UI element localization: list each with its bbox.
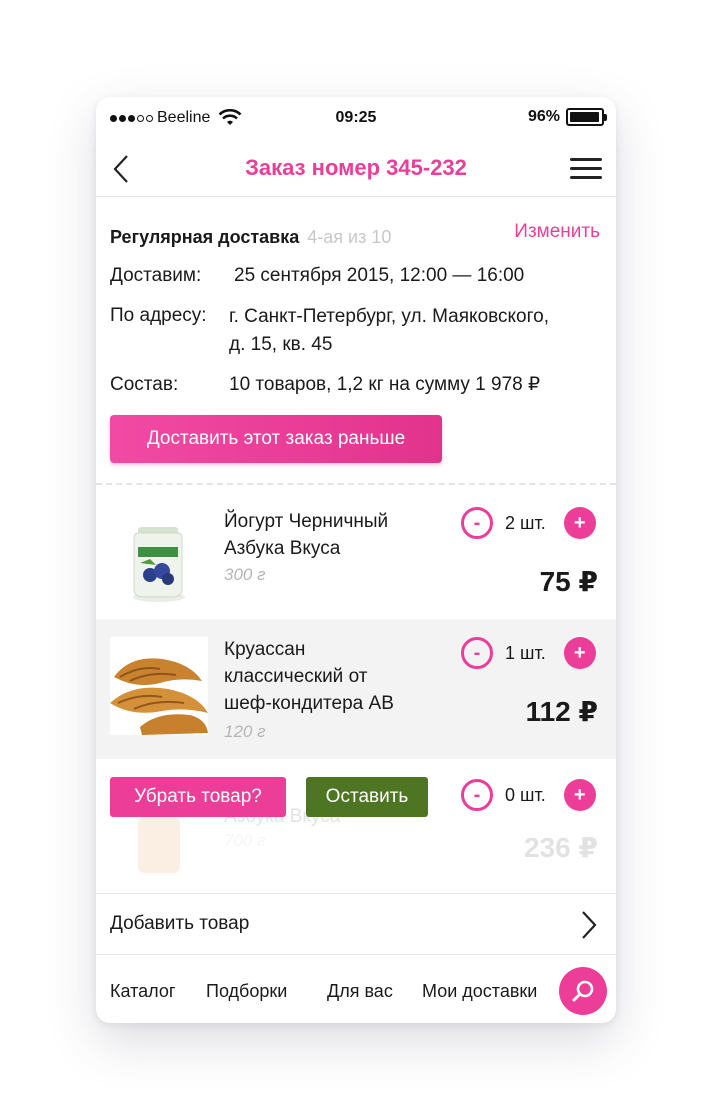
item-name-line: Азбука Вкуса xyxy=(224,538,341,559)
plus-button[interactable]: + xyxy=(563,507,596,539)
contents-label: Состав: xyxy=(110,374,179,395)
change-link[interactable]: Изменить xyxy=(514,221,600,243)
add-item-label: Добавить товар xyxy=(110,913,250,934)
tab-catalog[interactable]: Каталог xyxy=(110,981,175,1002)
item-weight: 300 г xyxy=(224,565,266,584)
list-item: Круассан классический от шеф-кондитера А… xyxy=(96,619,616,759)
tab-my-deliveries[interactable]: Мои доставки xyxy=(422,981,537,1002)
minus-button[interactable]: - xyxy=(461,637,493,669)
yogurt-image xyxy=(133,527,185,602)
quantity-stepper: - 1 шт. + xyxy=(461,637,596,669)
address-label: По адресу: xyxy=(110,305,207,326)
item-price: 75 ₽ xyxy=(539,566,598,597)
item-name-line: шеф-кондитера АВ xyxy=(224,693,394,714)
delivery-progress: 4-ая из 10 xyxy=(307,227,392,247)
battery-icon xyxy=(566,108,607,126)
item-name-line: Йогурт Черничный xyxy=(224,511,389,532)
plus-button[interactable]: + xyxy=(563,779,596,811)
item-qty: 2 шт. xyxy=(505,512,546,533)
remove-item-button[interactable]: Убрать товар? xyxy=(110,777,286,817)
search-icon xyxy=(572,980,594,1002)
delivery-type: Регулярная доставка xyxy=(110,227,300,247)
item-price: 112 ₽ xyxy=(525,696,598,727)
item-name: Круассан классический от шеф-кондитера А… xyxy=(224,636,434,717)
croissant-image xyxy=(110,637,208,735)
minus-button[interactable]: - xyxy=(461,779,493,811)
keep-item-button[interactable]: Оставить xyxy=(306,777,428,817)
list-item: Йогурт Черничный Азбука Вкуса 300 г - 2 … xyxy=(96,487,616,619)
deliver-earlier-button[interactable]: Доставить этот заказ раньше xyxy=(110,415,442,463)
deliver-row: Доставим: 25 сентября 2015, 12:00 — 16:00 xyxy=(110,263,524,289)
plus-button[interactable]: + xyxy=(563,637,596,669)
item-name: Йогурт Черничный Азбука Вкуса xyxy=(224,508,434,562)
quantity-stepper: - 2 шт. + xyxy=(461,507,596,539)
item-name-line: классический от xyxy=(224,666,368,687)
tab-collections[interactable]: Подборки xyxy=(206,981,287,1002)
add-item-row[interactable]: Добавить товар xyxy=(96,893,616,955)
item-name-line: Круассан xyxy=(224,639,306,660)
divider xyxy=(96,483,616,485)
nav-bar: Заказ номер 345-232 xyxy=(96,141,616,197)
status-bar: Beeline 09:25 96% xyxy=(96,97,616,141)
item-qty: 1 шт. xyxy=(505,642,546,663)
address-line-2: д. 15, кв. 45 xyxy=(229,334,333,355)
contents-value: 10 товаров, 1,2 кг на сумму 1 978 ₽ xyxy=(229,374,541,395)
deliver-label: Доставим: xyxy=(110,265,202,286)
address-value: г. Санкт-Петербург, ул. Маяковского, д. … xyxy=(229,303,549,359)
quantity-stepper: - 0 шт. + xyxy=(461,779,596,811)
deliver-value: 25 сентября 2015, 12:00 — 16:00 xyxy=(234,265,525,286)
search-button[interactable] xyxy=(559,967,607,1015)
item-weight: 700 г xyxy=(224,831,266,850)
chevron-right-icon xyxy=(582,911,597,939)
page-title: Заказ номер 345-232 xyxy=(245,155,467,180)
battery-percent: 96% xyxy=(527,108,560,125)
hamburger-icon[interactable] xyxy=(570,158,602,180)
item-price: 236 ₽ xyxy=(524,832,598,863)
battery-status: 96% xyxy=(527,108,607,126)
tab-bar: Каталог Подборки Для вас Мои доставки xyxy=(96,959,616,1023)
item-qty: 0 шт. xyxy=(505,784,546,805)
minus-button[interactable]: - xyxy=(461,507,493,539)
item-weight: 120 г xyxy=(224,722,266,741)
phone-screen: Beeline 09:25 96% Заказ номер 345-232 Ре… xyxy=(96,97,616,1023)
address-line-1: г. Санкт-Петербург, ул. Маяковского, xyxy=(229,306,549,327)
tab-for-you[interactable]: Для вас xyxy=(327,981,393,1002)
delivery-type-row: Регулярная доставка 4-ая из 10 xyxy=(110,227,391,248)
